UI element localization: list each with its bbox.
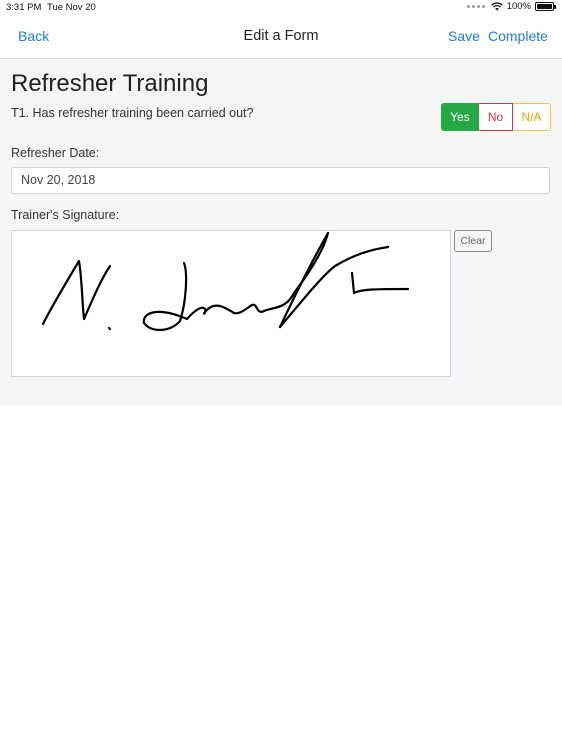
- signature-drawing: [41, 231, 410, 331]
- complete-button[interactable]: Complete: [488, 28, 548, 44]
- nav-bar: Back Edit a Form Save Complete: [0, 16, 562, 59]
- signature-label: Trainer's Signature:: [11, 208, 120, 222]
- question-text: T1. Has refresher training been carried …: [11, 106, 254, 120]
- signal-icon: [466, 5, 485, 8]
- battery-icon: [535, 2, 556, 11]
- date-label: Refresher Date:: [11, 146, 100, 160]
- status-bar: 3:31 PM Tue Nov 20 100%: [0, 0, 562, 16]
- status-time: 3:31 PM: [6, 2, 42, 13]
- battery-percent: 100%: [506, 1, 531, 12]
- answer-yes-button[interactable]: Yes: [441, 103, 479, 131]
- save-button[interactable]: Save: [448, 28, 480, 44]
- answer-na-button[interactable]: N/A: [513, 103, 551, 131]
- form-content: Refresher Training T1. Has refresher tra…: [0, 60, 562, 406]
- wifi-icon: [491, 2, 503, 11]
- status-right: 100%: [466, 1, 556, 12]
- signature-pad[interactable]: [11, 230, 451, 377]
- status-date: Tue Nov 20: [47, 2, 96, 13]
- answer-segmented-control: Yes No N/A: [441, 103, 551, 131]
- refresher-date-input[interactable]: Nov 20, 2018: [11, 167, 550, 194]
- clear-signature-button[interactable]: Clear: [454, 230, 492, 252]
- section-title: Refresher Training: [11, 70, 209, 97]
- answer-no-button[interactable]: No: [479, 103, 513, 131]
